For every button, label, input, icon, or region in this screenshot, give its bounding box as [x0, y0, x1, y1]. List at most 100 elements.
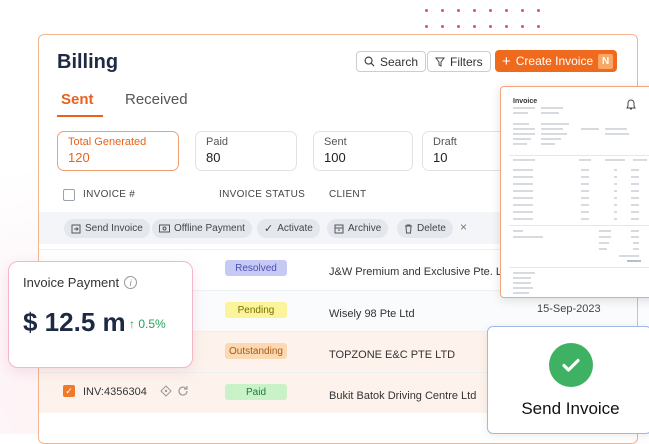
action-label: Archive	[348, 223, 382, 234]
doc-line	[614, 204, 617, 206]
select-all-checkbox[interactable]	[63, 189, 75, 201]
client-name: TOPZONE E&C PTE LTD	[329, 349, 456, 361]
doc-line	[633, 159, 647, 161]
delete-action[interactable]: Delete	[397, 219, 453, 238]
doc-line	[633, 248, 639, 250]
stat-value: 120	[68, 150, 90, 165]
document-title: Invoice	[513, 98, 538, 105]
trash-icon	[405, 224, 412, 233]
doc-line	[605, 133, 629, 135]
stat-label: Sent	[324, 136, 347, 148]
action-label: Activate	[277, 223, 313, 234]
doc-line	[631, 204, 639, 206]
doc-line	[599, 248, 607, 250]
archive-icon	[334, 224, 344, 233]
doc-line	[581, 183, 589, 185]
doc-line	[599, 230, 611, 232]
stat-sent[interactable]: Sent 100	[313, 131, 413, 171]
doc-line	[513, 282, 531, 284]
tab-received[interactable]: Received	[125, 91, 188, 108]
column-header-invoice[interactable]: INVOICE #	[83, 189, 135, 200]
doc-line	[513, 218, 533, 220]
doc-line	[614, 197, 617, 199]
stat-paid[interactable]: Paid 80	[195, 131, 297, 171]
search-icon	[364, 56, 375, 67]
status-badge: Resolved	[225, 260, 287, 276]
doc-line	[627, 260, 641, 262]
activate-action[interactable]: ✓ Activate	[257, 219, 320, 238]
payment-label-row: Invoice Payment i	[23, 275, 138, 290]
offline-payment-action[interactable]: Offline Payment	[152, 219, 252, 238]
filters-button[interactable]: Filters	[427, 51, 491, 72]
payment-amount: $ 12.5 m	[23, 307, 126, 337]
doc-line	[513, 128, 535, 130]
column-header-client[interactable]: CLIENT	[329, 189, 366, 200]
doc-line	[513, 133, 535, 135]
doc-line	[513, 159, 535, 161]
doc-line	[579, 159, 591, 161]
doc-line	[581, 204, 589, 206]
doc-divider	[509, 155, 649, 156]
close-icon[interactable]: ×	[460, 220, 467, 234]
doc-line	[619, 255, 639, 257]
doc-line	[631, 230, 639, 232]
invoice-document-preview: Invoice	[500, 86, 649, 298]
plus-icon: +	[502, 52, 511, 70]
doc-line	[513, 197, 533, 199]
doc-line	[631, 211, 639, 213]
stat-total-generated[interactable]: Total Generated 120	[57, 131, 179, 171]
doc-line	[513, 211, 533, 213]
status-badge: Outstanding	[225, 343, 287, 359]
doc-line	[513, 190, 533, 192]
client-name: Bukit Batok Driving Centre Ltd	[329, 390, 477, 402]
send-invoice-action[interactable]: Send Invoice	[64, 219, 150, 238]
doc-line	[541, 112, 559, 114]
tab-sent[interactable]: Sent	[61, 91, 94, 108]
doc-line	[599, 242, 609, 244]
client-name: Wisely 98 Pte Ltd	[329, 308, 415, 320]
doc-line	[513, 176, 533, 178]
doc-line	[631, 176, 639, 178]
stat-label: Total Generated	[68, 136, 147, 148]
check-circle-icon	[549, 343, 593, 387]
doc-line	[581, 128, 599, 130]
doc-line	[541, 138, 561, 140]
action-label: Send Invoice	[85, 223, 143, 234]
doc-line	[513, 107, 535, 109]
doc-line	[631, 169, 639, 171]
doc-line	[581, 190, 589, 192]
doc-line	[513, 169, 533, 171]
row-checkbox-checked[interactable]: ✓	[63, 385, 75, 397]
info-icon[interactable]: i	[124, 276, 138, 289]
cash-icon	[159, 224, 170, 233]
refresh-icon[interactable]	[177, 385, 189, 397]
create-invoice-button[interactable]: + Create Invoice N	[495, 50, 618, 72]
shortcut-badge: N	[598, 53, 614, 69]
action-label: Delete	[417, 223, 446, 234]
invoice-payment-card: Invoice Payment i $ 12.5 m ↑ 0.5%	[8, 261, 193, 368]
stat-value: 100	[324, 150, 346, 165]
check-icon: ✓	[264, 223, 274, 235]
stat-value: 80	[206, 150, 221, 165]
bell-icon	[626, 99, 636, 110]
doc-line	[605, 159, 625, 161]
doc-line	[513, 112, 528, 114]
status-badge: Paid	[225, 384, 287, 400]
send-invoice-card[interactable]: Send Invoice	[487, 326, 649, 434]
arrow-up-icon: ↑	[129, 317, 135, 331]
doc-line	[513, 287, 533, 289]
doc-line	[513, 204, 533, 206]
doc-line	[513, 123, 529, 125]
doc-line	[541, 133, 567, 135]
doc-line	[541, 123, 569, 125]
doc-line	[614, 211, 617, 213]
doc-line	[614, 183, 617, 185]
search-button[interactable]: Search	[356, 51, 427, 72]
doc-line	[581, 197, 589, 199]
doc-line	[581, 218, 589, 220]
archive-action[interactable]: Archive	[327, 219, 389, 238]
column-header-status[interactable]: INVOICE STATUS	[219, 189, 305, 200]
status-badge: Pending	[225, 302, 287, 318]
doc-line	[631, 218, 639, 220]
doc-line	[605, 128, 627, 130]
